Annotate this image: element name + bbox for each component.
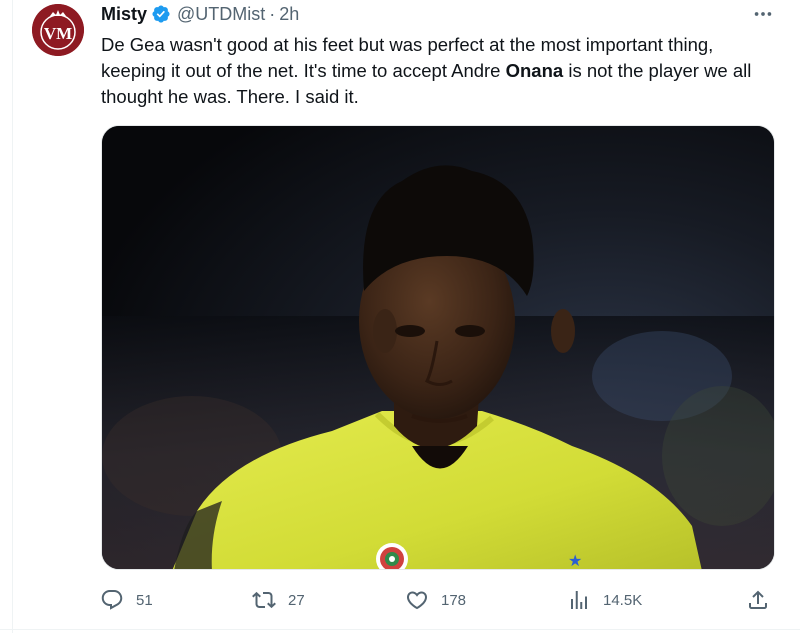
views-chart-icon — [567, 588, 591, 612]
tweet-text-highlight[interactable]: Onana — [506, 60, 564, 81]
author-handle[interactable]: @UTDMist — [177, 4, 265, 25]
tweet-header: Misty @UTDMist · 2h — [101, 2, 299, 26]
bottom-divider — [0, 629, 800, 630]
left-divider — [12, 0, 13, 633]
svg-text:★: ★ — [568, 551, 582, 570]
more-horizontal-icon — [754, 12, 772, 16]
retweet-button[interactable]: 27 — [252, 585, 305, 615]
views-button[interactable]: 14.5K — [567, 585, 642, 615]
like-count: 178 — [441, 591, 467, 609]
heart-icon — [405, 588, 429, 612]
retweet-count: 27 — [288, 591, 305, 609]
tweet[interactable]: VM Misty @UTDMist · 2h De Gea wasn't goo… — [0, 0, 800, 633]
share-button[interactable] — [746, 585, 770, 615]
like-button[interactable]: 178 — [405, 585, 466, 615]
share-icon — [746, 588, 770, 612]
reply-button[interactable]: 51 — [100, 585, 153, 615]
more-options-button[interactable] — [748, 2, 778, 26]
verified-badge-icon — [151, 4, 171, 24]
reply-count: 51 — [136, 591, 153, 609]
separator-dot: · — [269, 3, 276, 24]
tweet-timestamp[interactable]: 2h — [279, 4, 299, 25]
tweet-media-photo[interactable]: ★ — [101, 125, 775, 570]
goalkeeper-photo: ★ — [102, 126, 774, 570]
view-count: 14.5K — [603, 591, 643, 609]
avatar[interactable]: VM — [32, 4, 84, 56]
tweet-actions: 51 27 178 14.5K — [100, 585, 780, 615]
retweet-icon — [252, 588, 276, 612]
author-name[interactable]: Misty — [101, 4, 147, 25]
avatar-initials: VM — [44, 24, 72, 43]
tweet-text: De Gea wasn't good at his feet but was p… — [101, 32, 781, 110]
avatar-logo-icon: VM — [32, 4, 84, 56]
reply-icon — [100, 588, 124, 612]
